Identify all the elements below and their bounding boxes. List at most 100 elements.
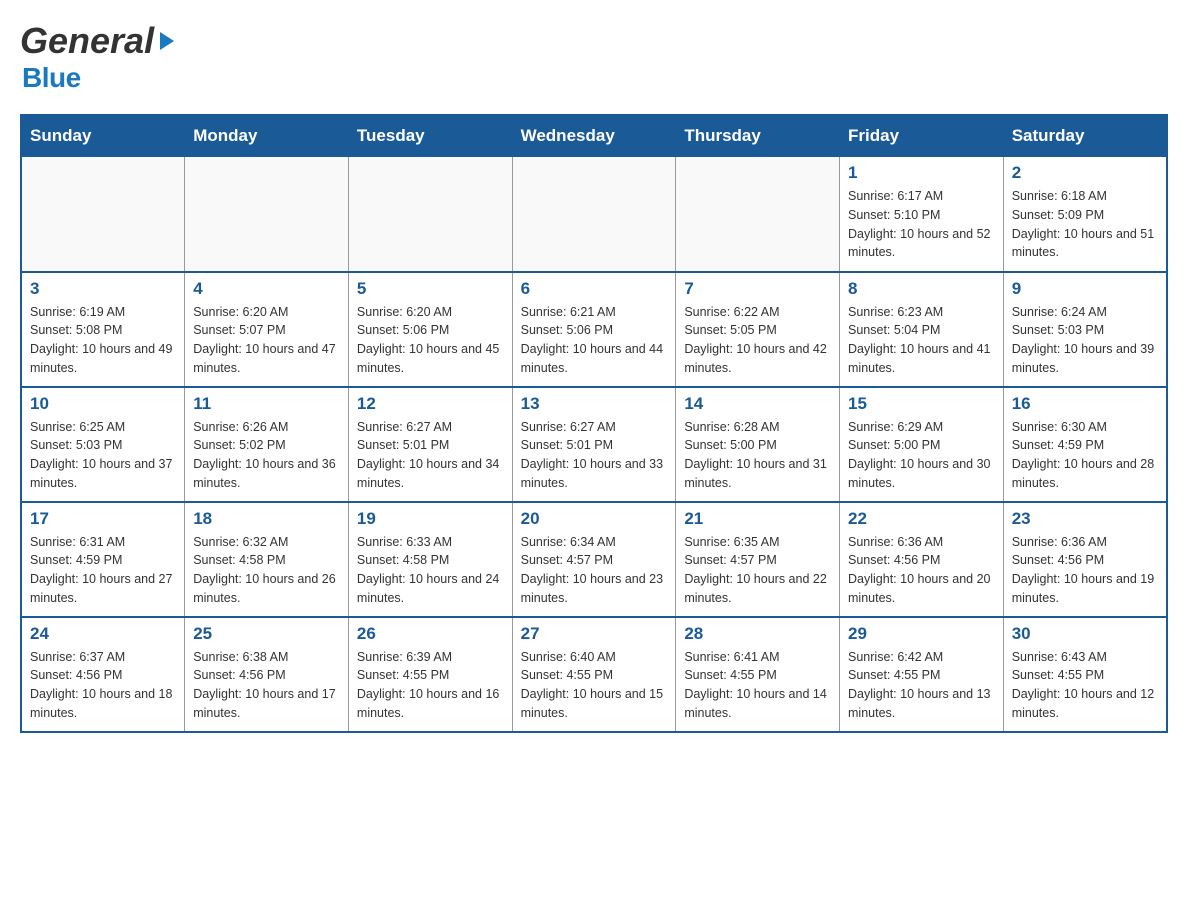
day-number: 8 (848, 279, 995, 299)
day-number: 23 (1012, 509, 1158, 529)
calendar-cell: 6 Sunrise: 6:21 AM Sunset: 5:06 PM Daylig… (512, 272, 676, 387)
calendar-cell: 24Sunrise: 6:37 AM Sunset: 4:56 PM Dayli… (21, 617, 185, 732)
page-header: General Blue (20, 20, 1168, 94)
day-number: 28 (684, 624, 831, 644)
calendar-cell: 2 Sunrise: 6:18 AM Sunset: 5:09 PM Daylig… (1003, 157, 1167, 272)
calendar-header-saturday: Saturday (1003, 115, 1167, 157)
calendar-header-row: SundayMondayTuesdayWednesdayThursdayFrid… (21, 115, 1167, 157)
calendar-cell: 5 Sunrise: 6:20 AM Sunset: 5:06 PM Daylig… (348, 272, 512, 387)
calendar-cell: 10 Sunrise: 6:25 AM Sunset: 5:03 PM Dayli… (21, 387, 185, 502)
day-info: Sunrise: 6:27 AM Sunset: 5:01 PM Dayligh… (357, 418, 504, 493)
day-number: 10 (30, 394, 176, 414)
calendar-cell (185, 157, 349, 272)
day-info: Sunrise: 6:22 AM Sunset: 5:05 PM Dayligh… (684, 303, 831, 378)
day-number: 4 (193, 279, 340, 299)
day-number: 15 (848, 394, 995, 414)
day-info: Sunrise: 6:20 AM Sunset: 5:06 PM Dayligh… (357, 303, 504, 378)
calendar-cell: 29Sunrise: 6:42 AM Sunset: 4:55 PM Dayli… (840, 617, 1004, 732)
day-info: Sunrise: 6:31 AM Sunset: 4:59 PM Dayligh… (30, 533, 176, 608)
calendar-header-friday: Friday (840, 115, 1004, 157)
day-info: Sunrise: 6:20 AM Sunset: 5:07 PM Dayligh… (193, 303, 340, 378)
calendar-week-row: 17 Sunrise: 6:31 AM Sunset: 4:59 PM Dayli… (21, 502, 1167, 617)
calendar-week-row: 24Sunrise: 6:37 AM Sunset: 4:56 PM Dayli… (21, 617, 1167, 732)
calendar-cell: 22 Sunrise: 6:36 AM Sunset: 4:56 PM Dayli… (840, 502, 1004, 617)
day-number: 12 (357, 394, 504, 414)
day-number: 2 (1012, 163, 1158, 183)
day-info: Sunrise: 6:32 AM Sunset: 4:58 PM Dayligh… (193, 533, 340, 608)
day-info: Sunrise: 6:39 AM Sunset: 4:55 PM Dayligh… (357, 648, 504, 723)
day-number: 18 (193, 509, 340, 529)
calendar-cell: 21 Sunrise: 6:35 AM Sunset: 4:57 PM Dayli… (676, 502, 840, 617)
calendar-header-wednesday: Wednesday (512, 115, 676, 157)
day-info: Sunrise: 6:40 AM Sunset: 4:55 PM Dayligh… (521, 648, 668, 723)
day-number: 16 (1012, 394, 1158, 414)
day-info: Sunrise: 6:30 AM Sunset: 4:59 PM Dayligh… (1012, 418, 1158, 493)
calendar-cell: 1 Sunrise: 6:17 AM Sunset: 5:10 PM Daylig… (840, 157, 1004, 272)
day-number: 11 (193, 394, 340, 414)
day-info: Sunrise: 6:25 AM Sunset: 5:03 PM Dayligh… (30, 418, 176, 493)
logo-general-text: General (20, 20, 154, 62)
calendar-cell: 9 Sunrise: 6:24 AM Sunset: 5:03 PM Daylig… (1003, 272, 1167, 387)
calendar-header-sunday: Sunday (21, 115, 185, 157)
calendar-cell (21, 157, 185, 272)
calendar-cell (512, 157, 676, 272)
calendar-cell: 26Sunrise: 6:39 AM Sunset: 4:55 PM Dayli… (348, 617, 512, 732)
day-info: Sunrise: 6:33 AM Sunset: 4:58 PM Dayligh… (357, 533, 504, 608)
day-number: 22 (848, 509, 995, 529)
calendar-header-tuesday: Tuesday (348, 115, 512, 157)
calendar-cell: 28Sunrise: 6:41 AM Sunset: 4:55 PM Dayli… (676, 617, 840, 732)
day-number: 21 (684, 509, 831, 529)
day-info: Sunrise: 6:43 AM Sunset: 4:55 PM Dayligh… (1012, 648, 1158, 723)
day-info: Sunrise: 6:34 AM Sunset: 4:57 PM Dayligh… (521, 533, 668, 608)
day-info: Sunrise: 6:17 AM Sunset: 5:10 PM Dayligh… (848, 187, 995, 262)
day-info: Sunrise: 6:35 AM Sunset: 4:57 PM Dayligh… (684, 533, 831, 608)
day-number: 30 (1012, 624, 1158, 644)
calendar-cell: 7 Sunrise: 6:22 AM Sunset: 5:05 PM Daylig… (676, 272, 840, 387)
calendar-week-row: 3Sunrise: 6:19 AM Sunset: 5:08 PM Daylig… (21, 272, 1167, 387)
calendar-cell: 13 Sunrise: 6:27 AM Sunset: 5:01 PM Dayli… (512, 387, 676, 502)
calendar-cell: 4 Sunrise: 6:20 AM Sunset: 5:07 PM Daylig… (185, 272, 349, 387)
day-number: 25 (193, 624, 340, 644)
day-info: Sunrise: 6:38 AM Sunset: 4:56 PM Dayligh… (193, 648, 340, 723)
calendar-cell: 27 Sunrise: 6:40 AM Sunset: 4:55 PM Dayli… (512, 617, 676, 732)
day-info: Sunrise: 6:27 AM Sunset: 5:01 PM Dayligh… (521, 418, 668, 493)
calendar-cell: 19Sunrise: 6:33 AM Sunset: 4:58 PM Dayli… (348, 502, 512, 617)
day-number: 6 (521, 279, 668, 299)
calendar-header-thursday: Thursday (676, 115, 840, 157)
day-info: Sunrise: 6:18 AM Sunset: 5:09 PM Dayligh… (1012, 187, 1158, 262)
calendar-week-row: 10 Sunrise: 6:25 AM Sunset: 5:03 PM Dayli… (21, 387, 1167, 502)
calendar-cell: 3Sunrise: 6:19 AM Sunset: 5:08 PM Daylig… (21, 272, 185, 387)
calendar-cell: 14 Sunrise: 6:28 AM Sunset: 5:00 PM Dayli… (676, 387, 840, 502)
day-info: Sunrise: 6:23 AM Sunset: 5:04 PM Dayligh… (848, 303, 995, 378)
calendar-table: SundayMondayTuesdayWednesdayThursdayFrid… (20, 114, 1168, 733)
day-info: Sunrise: 6:36 AM Sunset: 4:56 PM Dayligh… (1012, 533, 1158, 608)
logo-blue-text: Blue (22, 62, 81, 94)
day-number: 20 (521, 509, 668, 529)
calendar-cell: 8 Sunrise: 6:23 AM Sunset: 5:04 PM Daylig… (840, 272, 1004, 387)
calendar-cell: 25 Sunrise: 6:38 AM Sunset: 4:56 PM Dayli… (185, 617, 349, 732)
calendar-cell: 16 Sunrise: 6:30 AM Sunset: 4:59 PM Dayli… (1003, 387, 1167, 502)
day-number: 3 (30, 279, 176, 299)
day-number: 13 (521, 394, 668, 414)
day-number: 27 (521, 624, 668, 644)
day-number: 17 (30, 509, 176, 529)
day-number: 24 (30, 624, 176, 644)
calendar-cell: 23 Sunrise: 6:36 AM Sunset: 4:56 PM Dayli… (1003, 502, 1167, 617)
calendar-cell: 18 Sunrise: 6:32 AM Sunset: 4:58 PM Dayli… (185, 502, 349, 617)
day-number: 1 (848, 163, 995, 183)
calendar-cell: 20 Sunrise: 6:34 AM Sunset: 4:57 PM Dayli… (512, 502, 676, 617)
day-number: 9 (1012, 279, 1158, 299)
logo-triangle-icon (160, 32, 174, 50)
day-info: Sunrise: 6:21 AM Sunset: 5:06 PM Dayligh… (521, 303, 668, 378)
day-info: Sunrise: 6:36 AM Sunset: 4:56 PM Dayligh… (848, 533, 995, 608)
day-number: 29 (848, 624, 995, 644)
day-number: 7 (684, 279, 831, 299)
day-info: Sunrise: 6:29 AM Sunset: 5:00 PM Dayligh… (848, 418, 995, 493)
calendar-cell: 11Sunrise: 6:26 AM Sunset: 5:02 PM Dayli… (185, 387, 349, 502)
day-info: Sunrise: 6:28 AM Sunset: 5:00 PM Dayligh… (684, 418, 831, 493)
calendar-week-row: 1 Sunrise: 6:17 AM Sunset: 5:10 PM Daylig… (21, 157, 1167, 272)
calendar-header-monday: Monday (185, 115, 349, 157)
day-info: Sunrise: 6:24 AM Sunset: 5:03 PM Dayligh… (1012, 303, 1158, 378)
day-number: 14 (684, 394, 831, 414)
day-number: 5 (357, 279, 504, 299)
